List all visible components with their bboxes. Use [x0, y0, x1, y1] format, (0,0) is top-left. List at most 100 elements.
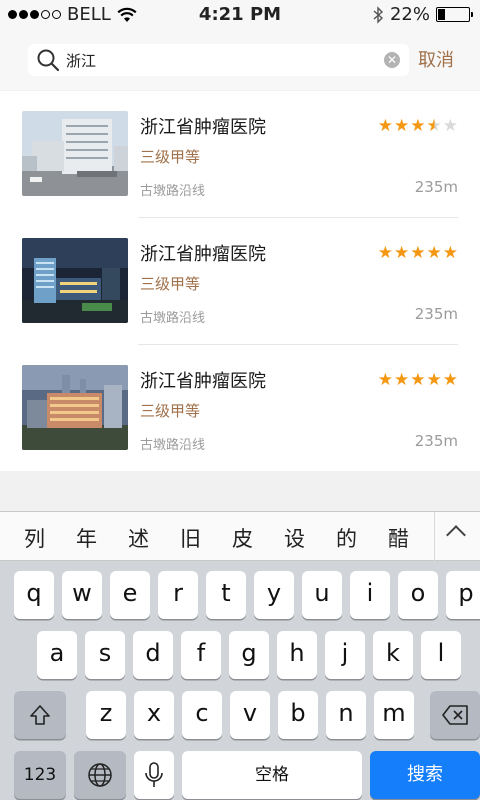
star-empty-icon: ★	[442, 116, 458, 136]
hospital-name: 浙江省肿瘤医院	[140, 371, 266, 392]
hospital-level: 三级甲等	[140, 148, 201, 166]
search-input[interactable]	[66, 51, 366, 69]
rating-stars: ★ ★ ★ ★ ★	[378, 372, 458, 389]
globe-key[interactable]	[74, 751, 126, 799]
globe-icon	[88, 763, 112, 787]
status-right: 22%	[372, 4, 473, 25]
bluetooth-icon	[373, 5, 384, 24]
key-w[interactable]: w	[62, 571, 102, 619]
star-full-icon: ★	[426, 370, 442, 390]
key-p[interactable]: p	[446, 571, 480, 619]
hospital-photo	[22, 238, 128, 323]
star-full-icon: ★	[410, 243, 426, 263]
star-full-icon: ★	[442, 370, 458, 390]
microphone-icon	[145, 762, 163, 787]
microphone-key[interactable]	[134, 751, 174, 799]
space-key[interactable]: 空格	[182, 751, 362, 799]
candidate-bar: 列 年 述 旧 皮 设 的 醋	[0, 511, 480, 562]
key-s[interactable]: s	[85, 631, 125, 679]
star-half-icon: ★	[426, 116, 442, 136]
results-list: 浙江省肿瘤医院 三级甲等 古墩路沿线 ★ ★ ★ ★ ★ 235m 浙江省肿瘤医院 三级…	[0, 91, 480, 471]
battery-icon	[436, 7, 473, 22]
list-item[interactable]: 浙江省肿瘤医院 三级甲等 古墩路沿线 ★ ★ ★ ★ ★ 235m	[0, 236, 480, 362]
hospital-level: 三级甲等	[140, 402, 201, 420]
rating-stars: ★ ★ ★ ★ ★	[378, 245, 458, 262]
numbers-key[interactable]: 123	[14, 751, 66, 799]
hospital-name: 浙江省肿瘤医院	[140, 244, 266, 265]
list-item[interactable]: 浙江省肿瘤医院 三级甲等 古墩路沿线 ★ ★ ★ ★ ★ 235m	[0, 109, 480, 235]
expand-candidates-button[interactable]	[434, 512, 480, 562]
key-l[interactable]: l	[421, 631, 461, 679]
shift-icon	[30, 705, 50, 725]
hospital-name: 浙江省肿瘤医院	[140, 117, 266, 138]
star-full-icon: ★	[394, 370, 410, 390]
hospital-address: 古墩路沿线	[140, 184, 206, 199]
key-b[interactable]: b	[278, 691, 318, 739]
cancel-button[interactable]: 取消	[418, 46, 454, 72]
hospital-level: 三级甲等	[140, 275, 201, 293]
hospital-distance: 235m	[414, 432, 458, 450]
key-v[interactable]: v	[230, 691, 270, 739]
candidate-word[interactable]: 旧	[180, 523, 201, 553]
chevron-up-icon	[446, 525, 466, 545]
key-u[interactable]: u	[302, 571, 342, 619]
shift-key[interactable]	[14, 691, 66, 739]
key-r[interactable]: r	[158, 571, 198, 619]
star-full-icon: ★	[377, 243, 393, 263]
search-header: ✕ 取消	[0, 30, 480, 90]
key-d[interactable]: d	[133, 631, 173, 679]
star-full-icon: ★	[394, 243, 410, 263]
star-full-icon: ★	[442, 243, 458, 263]
key-x[interactable]: x	[134, 691, 174, 739]
candidate-word[interactable]: 的	[336, 523, 357, 553]
star-full-icon: ★	[426, 243, 442, 263]
candidate-word[interactable]: 列	[24, 523, 45, 553]
candidate-word[interactable]: 年	[76, 523, 97, 553]
key-z[interactable]: z	[86, 691, 126, 739]
search-key[interactable]: 搜索	[370, 751, 480, 799]
key-t[interactable]: t	[206, 571, 246, 619]
star-full-icon: ★	[377, 116, 393, 136]
key-f[interactable]: f	[181, 631, 221, 679]
key-h[interactable]: h	[277, 631, 317, 679]
key-i[interactable]: i	[350, 571, 390, 619]
status-bar: BELL 4:21 PM 22%	[0, 0, 480, 30]
key-y[interactable]: y	[254, 571, 294, 619]
key-k[interactable]: k	[373, 631, 413, 679]
divider	[138, 344, 458, 345]
hospital-address: 古墩路沿线	[140, 311, 206, 326]
rating-stars: ★ ★ ★ ★ ★	[378, 118, 458, 135]
divider	[138, 217, 458, 218]
delete-key[interactable]	[430, 691, 480, 739]
key-g[interactable]: g	[229, 631, 269, 679]
battery-level	[438, 9, 445, 20]
key-m[interactable]: m	[374, 691, 414, 739]
key-o[interactable]: o	[398, 571, 438, 619]
clear-icon[interactable]: ✕	[384, 52, 400, 68]
search-box[interactable]: ✕	[28, 44, 409, 76]
star-full-icon: ★	[377, 370, 393, 390]
key-j[interactable]: j	[325, 631, 365, 679]
candidate-word[interactable]: 述	[128, 523, 149, 553]
hospital-address: 古墩路沿线	[140, 438, 206, 453]
key-n[interactable]: n	[326, 691, 366, 739]
hospital-distance: 235m	[414, 178, 458, 196]
candidate-word[interactable]: 皮	[232, 523, 253, 553]
hospital-photo	[22, 111, 128, 196]
star-full-icon: ★	[410, 116, 426, 136]
star-full-icon: ★	[410, 370, 426, 390]
key-a[interactable]: a	[37, 631, 77, 679]
hospital-distance: 235m	[414, 305, 458, 323]
candidate-word[interactable]: 设	[284, 523, 305, 553]
candidate-word[interactable]: 醋	[388, 523, 409, 553]
key-e[interactable]: e	[110, 571, 150, 619]
keyboard: 列 年 述 旧 皮 设 的 醋 123 空格 搜索 q w e r t y u …	[0, 511, 480, 800]
key-c[interactable]: c	[182, 691, 222, 739]
backspace-icon	[442, 705, 468, 725]
list-item[interactable]: 浙江省肿瘤医院 三级甲等 古墩路沿线 ★ ★ ★ ★ ★ 235m	[0, 363, 480, 489]
hospital-photo	[22, 365, 128, 450]
search-icon	[37, 49, 60, 72]
battery-percent: 22%	[389, 4, 430, 25]
key-q[interactable]: q	[14, 571, 54, 619]
star-full-icon: ★	[394, 116, 410, 136]
